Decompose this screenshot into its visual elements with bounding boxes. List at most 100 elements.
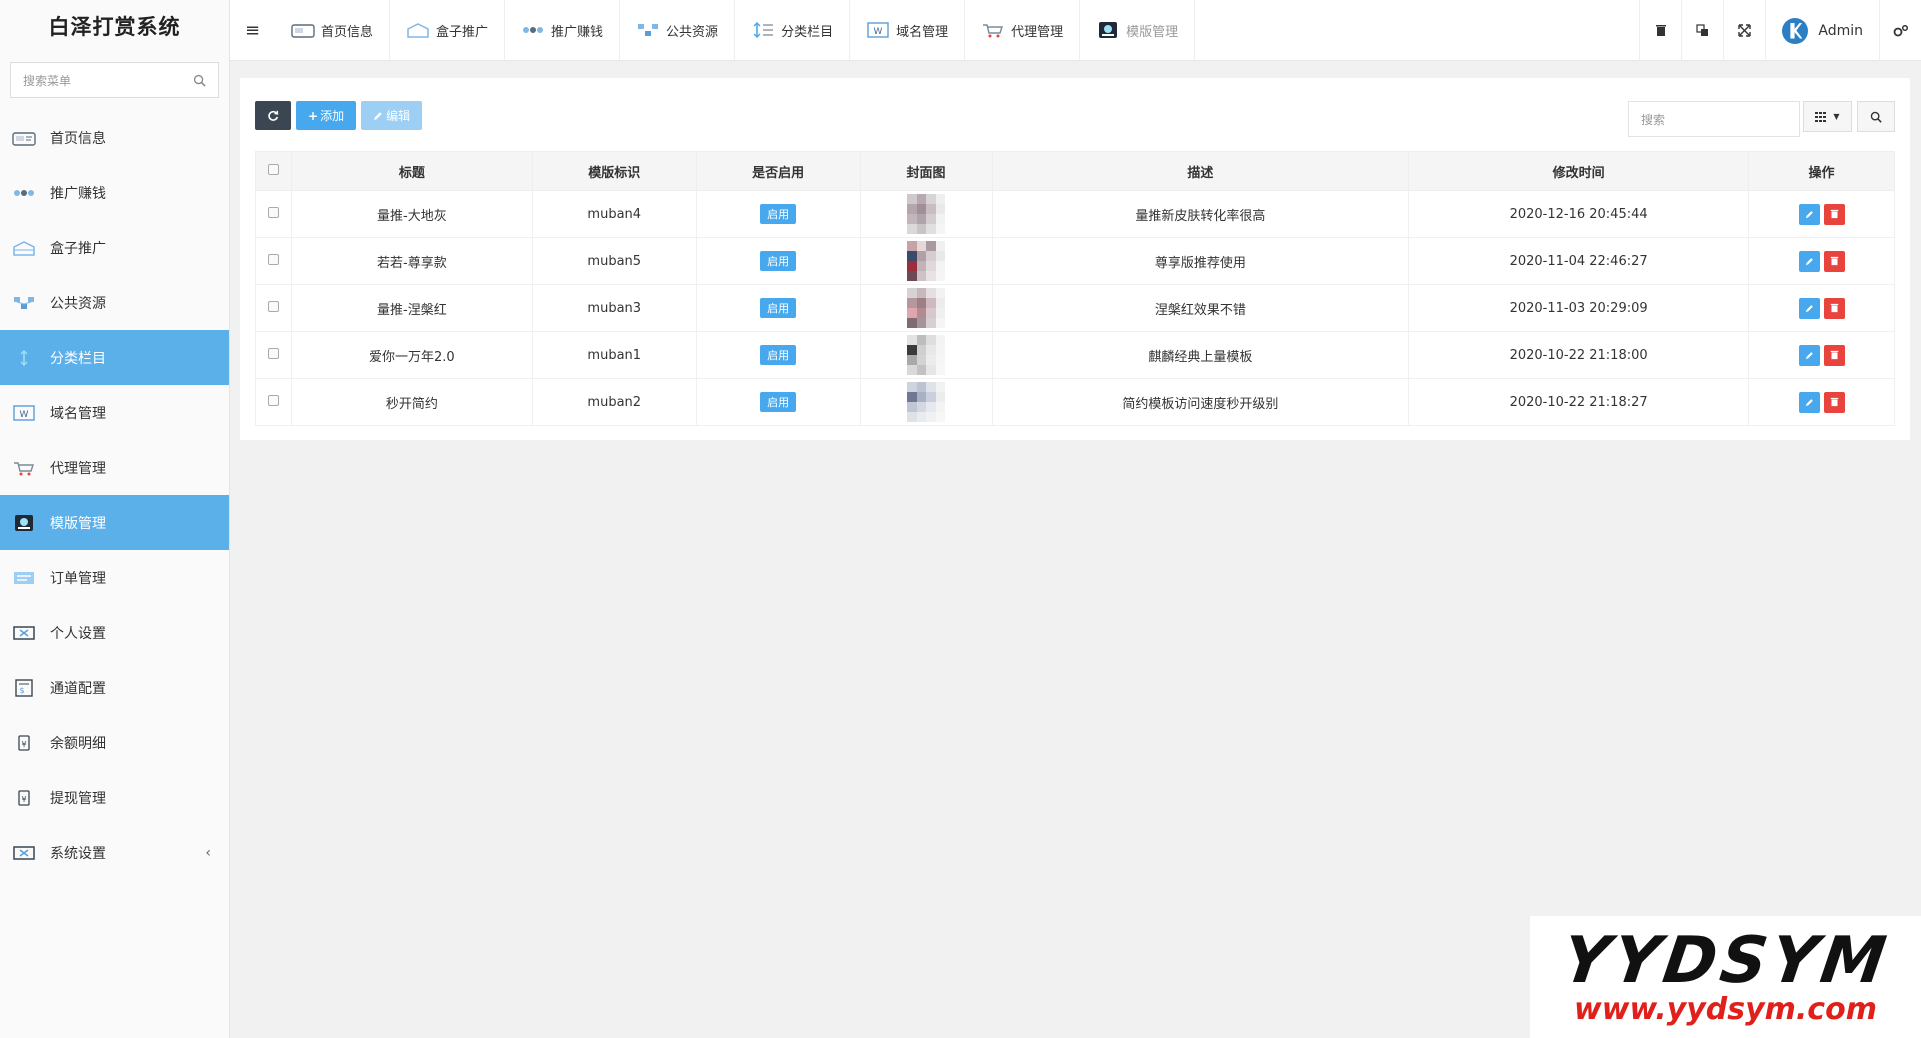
fullscreen-button[interactable]: [1723, 0, 1765, 61]
cell-title: 爱你一万年2.0: [290, 331, 533, 379]
cell-title: 量推-涅槃红: [290, 284, 533, 332]
sidebar-item-personal-settings[interactable]: 个人设置: [0, 605, 229, 660]
cell-key: muban4: [531, 190, 697, 238]
sidebar-item-domain[interactable]: W 域名管理: [0, 385, 229, 440]
add-button[interactable]: + 添加: [296, 101, 357, 130]
withdraw-icon: ¥: [12, 789, 36, 807]
delete-row-button[interactable]: [1823, 297, 1845, 319]
clear-cache-button[interactable]: [1639, 0, 1681, 61]
tab-promote-earn[interactable]: 推广赚钱: [505, 0, 621, 60]
select-all-cell[interactable]: [255, 151, 292, 191]
cell-time: 2020-12-16 20:45:44: [1408, 190, 1749, 238]
sidebar-item-public-resource[interactable]: 公共资源: [0, 275, 229, 330]
columns-toggle-button[interactable]: ▼: [1803, 101, 1852, 132]
pencil-icon: [1805, 257, 1813, 265]
table-row: 爱你一万年2.0 muban1 启用 麒麟经典上量模板 2020-10-22 2…: [255, 331, 1895, 379]
watermark: YYDSYM www.yydsym.com: [1530, 916, 1921, 1038]
tab-home-info[interactable]: 首页信息: [275, 0, 391, 60]
domain-icon: W: [867, 22, 889, 38]
cover-thumbnail[interactable]: [907, 382, 946, 422]
edit-row-button[interactable]: [1798, 391, 1820, 413]
cover-thumbnail[interactable]: [907, 335, 946, 375]
cell-key: muban3: [531, 284, 697, 332]
channel-config-icon: $: [12, 678, 36, 697]
tab-label: 首页信息: [321, 24, 374, 40]
col-key[interactable]: 模版标识: [531, 151, 697, 191]
col-modified[interactable]: 修改时间: [1408, 151, 1749, 191]
delete-row-button[interactable]: [1823, 391, 1845, 413]
col-cover[interactable]: 封面图: [859, 151, 993, 191]
row-checkbox[interactable]: [267, 206, 279, 218]
table-search-placeholder: 搜索: [1641, 112, 1666, 127]
status-badge: 启用: [760, 392, 797, 412]
cover-thumbnail[interactable]: [907, 194, 946, 234]
sidebar-item-channel-config[interactable]: $ 通道配置: [0, 660, 229, 715]
edit-row-button[interactable]: [1798, 344, 1820, 366]
delete-row-button[interactable]: [1823, 344, 1845, 366]
user-menu[interactable]: Admin: [1765, 0, 1879, 61]
watermark-title: YYDSYM: [1557, 923, 1894, 998]
tab-category[interactable]: 分类栏目: [735, 0, 851, 60]
sidebar-item-box-promote[interactable]: 盒子推广: [0, 220, 229, 275]
col-title[interactable]: 标题: [290, 151, 533, 191]
edit-row-button[interactable]: [1798, 297, 1820, 319]
translate-button[interactable]: [1681, 0, 1723, 61]
cover-thumbnail[interactable]: [907, 288, 946, 328]
row-checkbox[interactable]: [267, 394, 279, 406]
row-checkbox[interactable]: [267, 300, 279, 312]
table-header-row: 标题 模版标识 是否启用 封面图 描述 修改时间 操作: [255, 151, 1895, 191]
col-desc[interactable]: 描述: [991, 151, 1410, 191]
table-search-button[interactable]: [1857, 101, 1895, 132]
sidebar-item-order[interactable]: 订单管理: [0, 550, 229, 605]
cell-time: 2020-10-22 21:18:27: [1408, 378, 1749, 426]
pencil-icon: [1805, 351, 1813, 359]
sidebar-item-home[interactable]: 首页信息: [0, 110, 229, 165]
promote-earn-icon: [523, 27, 544, 33]
sidebar-item-category[interactable]: 分类栏目: [0, 330, 229, 385]
refresh-button[interactable]: [255, 101, 291, 130]
delete-row-button[interactable]: [1823, 250, 1845, 272]
table-row: 量推-涅槃红 muban3 启用 涅槃红效果不错 2020-11-03 20:2…: [255, 284, 1895, 332]
sidebar-item-label: 订单管理: [50, 570, 106, 587]
row-checkbox[interactable]: [267, 347, 279, 359]
template-icon: [12, 514, 36, 532]
search-icon: [1870, 111, 1882, 123]
tab-box-promote[interactable]: 盒子推广: [390, 0, 506, 60]
trash-icon: [1830, 350, 1838, 360]
brand-title: 白泽打赏系统: [48, 15, 181, 39]
delete-row-button[interactable]: [1823, 203, 1845, 225]
hamburger-menu-icon[interactable]: ≡: [230, 0, 275, 60]
col-enabled[interactable]: 是否启用: [695, 151, 861, 191]
sidebar-item-system-settings[interactable]: 系统设置 ‹: [0, 825, 229, 880]
agent-icon: [12, 459, 36, 477]
tab-template[interactable]: 模版管理: [1080, 0, 1196, 60]
settings-button[interactable]: [1879, 0, 1921, 61]
cell-key: muban2: [531, 378, 697, 426]
svg-text:W: W: [20, 410, 29, 420]
cover-thumbnail[interactable]: [907, 241, 946, 281]
sidebar-item-template[interactable]: 模版管理: [0, 495, 229, 550]
menu-search-input[interactable]: 搜索菜单: [10, 62, 219, 98]
edit-button[interactable]: 编辑: [361, 101, 423, 130]
add-button-label: 添加: [320, 109, 345, 123]
sidebar-item-balance[interactable]: ¥ 余额明细: [0, 715, 229, 770]
edit-row-button[interactable]: [1798, 203, 1820, 225]
row-checkbox[interactable]: [267, 253, 279, 265]
table-search-input[interactable]: 搜索: [1628, 101, 1800, 137]
tab-domain[interactable]: W 域名管理: [850, 0, 966, 60]
tab-agent[interactable]: 代理管理: [965, 0, 1081, 60]
col-actions: 操作: [1748, 151, 1895, 191]
cell-desc: 麒麟经典上量模板: [991, 331, 1410, 379]
template-table: 标题 模版标识 是否启用 封面图 描述 修改时间 操作 量推-大地灰 muban…: [255, 151, 1895, 426]
sidebar-item-withdraw[interactable]: ¥ 提现管理: [0, 770, 229, 825]
select-all-checkbox[interactable]: [267, 163, 279, 175]
promote-earn-icon: [12, 184, 36, 202]
svg-text:¥: ¥: [21, 740, 26, 749]
tab-public-resource[interactable]: 公共资源: [620, 0, 736, 60]
edit-row-button[interactable]: [1798, 250, 1820, 272]
balance-icon: ¥: [12, 734, 36, 752]
sidebar-item-agent[interactable]: 代理管理: [0, 440, 229, 495]
sidebar-item-promote-earn[interactable]: 推广赚钱: [0, 165, 229, 220]
pencil-icon: [1805, 210, 1813, 218]
menu-search-placeholder: 搜索菜单: [23, 73, 72, 88]
